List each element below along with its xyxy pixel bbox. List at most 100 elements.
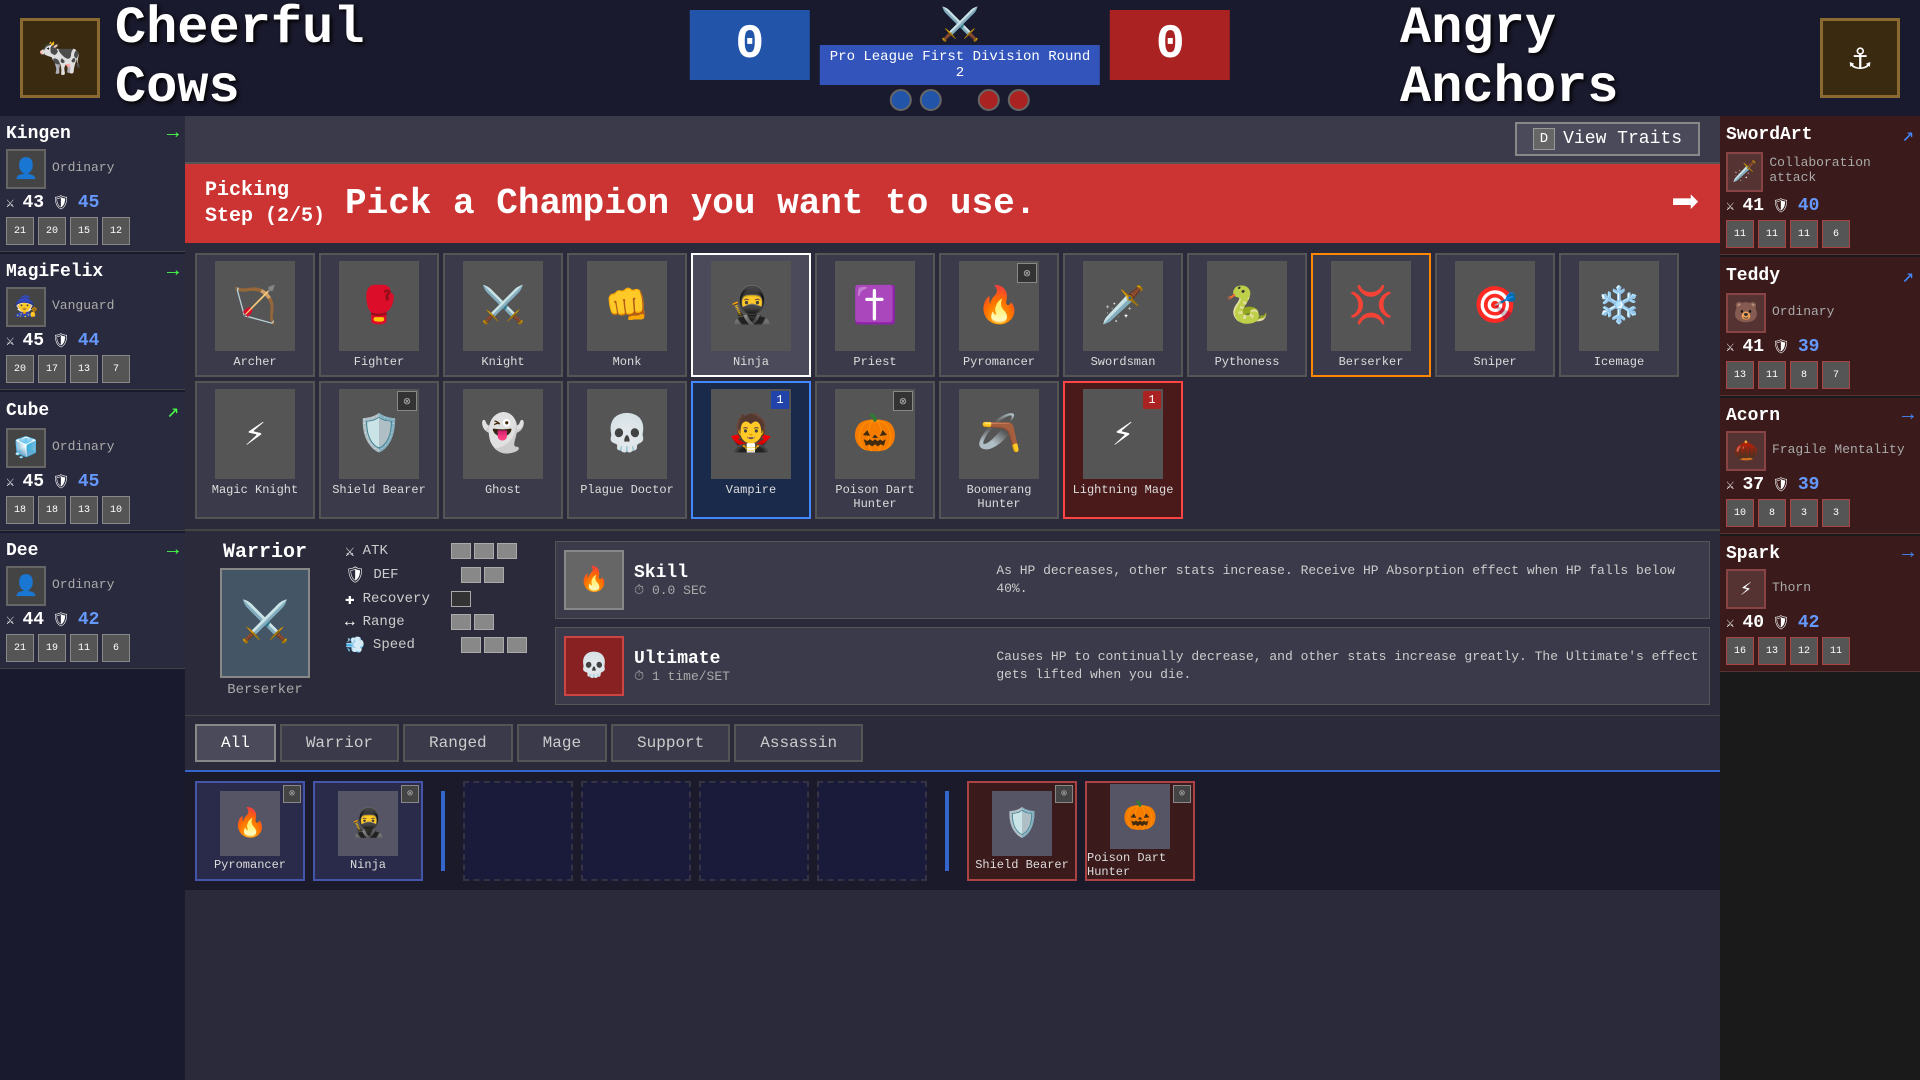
- char-mini: 10: [102, 496, 130, 524]
- pick-slot-poison-dart-hunter: 🎃 Poison Dart Hunter ⊗: [1085, 781, 1195, 881]
- filter-btn-warrior[interactable]: Warrior: [280, 724, 399, 762]
- champ-name-pyromancer: Pyromancer: [963, 355, 1035, 369]
- def-icon: 🛡: [1772, 615, 1790, 632]
- team-left: 🐄 Cheerful Cows: [0, 0, 540, 117]
- atk-icon: ⚔: [1726, 198, 1734, 215]
- def-val: 45: [78, 193, 100, 213]
- char-mini: 3: [1822, 499, 1850, 527]
- atk-icon: ⚔: [6, 474, 14, 491]
- char-mini: 20: [38, 217, 66, 245]
- stat-atk-bars: [451, 543, 517, 559]
- player-name: Cube: [6, 401, 49, 421]
- char-mini: 20: [6, 355, 34, 383]
- pick-divider-2: [945, 791, 949, 871]
- view-traits-button[interactable]: D View Traits: [1515, 122, 1700, 156]
- champion-card-pyromancer[interactable]: 🔥 ⊗ Pyromancer: [939, 253, 1059, 377]
- filter-btn-assassin[interactable]: Assassin: [734, 724, 863, 762]
- detail-class: Berserker: [227, 682, 303, 698]
- champ-name-fighter: Fighter: [354, 355, 404, 369]
- stat-speed-row: 💨 Speed: [345, 635, 545, 655]
- enemy-avatar: 🗡️: [1726, 152, 1763, 192]
- atk-val: 45: [22, 472, 44, 492]
- champ-name-priest: Priest: [853, 355, 896, 369]
- center-panel: D View Traits Picking Step (2/5) Pick a …: [185, 116, 1720, 1080]
- champion-card-swordsman[interactable]: 🗡️ Swordsman: [1063, 253, 1183, 377]
- pick-ban-icon: ⊗: [1055, 785, 1073, 803]
- def-icon: 🛡: [52, 195, 70, 212]
- pick-slot-empty-2: [699, 781, 809, 881]
- champion-card-icemage[interactable]: ❄️ Icemage: [1559, 253, 1679, 377]
- champ-img-monk: 👊: [587, 261, 667, 351]
- pick-img: 🎃: [1110, 784, 1170, 849]
- champion-card-archer[interactable]: 🏹 Archer: [195, 253, 315, 377]
- def-val: 42: [1798, 613, 1820, 633]
- enemy-name: SwordArt: [1726, 125, 1812, 145]
- ultimate-title: Ultimate: [634, 649, 986, 669]
- detail-left: Warrior ⚔️ Berserker: [195, 541, 335, 705]
- pick-name: Ninja: [350, 858, 386, 872]
- champ-name-berserker: Berserker: [1339, 355, 1404, 369]
- right-player-acorn: Acorn → 🌰 Fragile Mentality ⚔ 37 🛡 39 10…: [1720, 398, 1920, 534]
- champ-name-plaguedoctor: Plague Doctor: [580, 483, 674, 497]
- view-traits-bar: D View Traits: [185, 116, 1720, 164]
- char-mini: 17: [38, 355, 66, 383]
- champion-card-monk[interactable]: 👊 Monk: [567, 253, 687, 377]
- skill-description: As HP decreases, other stats increase. R…: [996, 562, 1701, 598]
- player-role: Ordinary: [52, 439, 114, 454]
- atk-bar-1: [451, 543, 471, 559]
- score-left: 0: [690, 10, 810, 80]
- skill-cooldown: ⏱ 0.0 SEC: [634, 583, 986, 598]
- champion-card-lightningmage[interactable]: ⚡ 1 Lightning Mage: [1063, 381, 1183, 519]
- atk-icon: ⚔: [1726, 615, 1734, 632]
- champion-card-plaguedoctor[interactable]: 💀 Plague Doctor: [567, 381, 687, 519]
- champion-card-ninja[interactable]: 🥷 Ninja: [691, 253, 811, 377]
- champ-img-lightningmage: ⚡ 1: [1083, 389, 1163, 479]
- pick-slot-empty-3: [817, 781, 927, 881]
- champion-card-berserker[interactable]: 💢 Berserker: [1311, 253, 1431, 377]
- champion-card-pythoness[interactable]: 🐍 Pythoness: [1187, 253, 1307, 377]
- champion-card-vampire[interactable]: 🧛 1 Vampire: [691, 381, 811, 519]
- champion-card-priest[interactable]: ✝️ Priest: [815, 253, 935, 377]
- filter-btn-ranged[interactable]: Ranged: [403, 724, 513, 762]
- champion-card-poisondart[interactable]: 🎃 ⊗ Poison Dart Hunter: [815, 381, 935, 519]
- champion-card-sniper[interactable]: 🎯 Sniper: [1435, 253, 1555, 377]
- rec-bar-1: [451, 591, 471, 607]
- champ-name-ninja: Ninja: [733, 355, 769, 369]
- champion-card-ghost[interactable]: 👻 Ghost: [443, 381, 563, 519]
- stat-recovery-row: ✚ Recovery: [345, 589, 545, 609]
- view-traits-label: View Traits: [1563, 129, 1682, 149]
- champion-card-magicknight[interactable]: ⚡ Magic Knight: [195, 381, 315, 519]
- picking-message: Pick a Champion you want to use.: [345, 183, 1651, 224]
- stat-def-row: 🛡 DEF: [345, 565, 545, 585]
- spd-bar-1: [461, 637, 481, 653]
- champion-card-boomerang[interactable]: 🪃 Boomerang Hunter: [939, 381, 1059, 519]
- picking-banner: Picking Step (2/5) Pick a Champion you w…: [185, 164, 1720, 243]
- filter-btn-mage[interactable]: Mage: [517, 724, 607, 762]
- champ-img-plaguedoctor: 💀: [587, 389, 667, 479]
- pick-slot-ninja: 🥷 Ninja ⊗: [313, 781, 423, 881]
- champion-card-knight[interactable]: ⚔️ Knight: [443, 253, 563, 377]
- team-right-name: Angry Anchors: [1400, 0, 1805, 117]
- right-player-teddy: Teddy ↗ 🐻 Ordinary ⚔ 41 🛡 39 131187: [1720, 257, 1920, 396]
- char-mini: 13: [1758, 637, 1786, 665]
- skill-icon: 🔥: [564, 550, 624, 610]
- skill-row: 🔥 Skill ⏱ 0.0 SEC As HP decreases, other…: [555, 541, 1710, 619]
- char-mini: 18: [38, 496, 66, 524]
- arrow-right-icon: ➡: [1671, 174, 1700, 233]
- enemy-stats-row: ⚔ 41 🛡 39: [1726, 337, 1914, 357]
- champ-name-ghost: Ghost: [485, 483, 521, 497]
- pick-name: Pyromancer: [214, 858, 286, 872]
- player-name: MagiFelix: [6, 262, 103, 282]
- ban-x-icon: ⊗: [1017, 263, 1037, 283]
- skill-title: Skill: [634, 563, 986, 583]
- char-mini: 11: [1758, 220, 1786, 248]
- filter-btn-support[interactable]: Support: [611, 724, 730, 762]
- stat-def-label: DEF: [373, 567, 453, 583]
- stat-range-row: ↔ Range: [345, 613, 545, 631]
- champ-name-boomerang: Boomerang Hunter: [947, 483, 1051, 511]
- champion-card-fighter[interactable]: 🥊 Fighter: [319, 253, 439, 377]
- filter-btn-all[interactable]: All: [195, 724, 276, 762]
- char-mini: 21: [6, 634, 34, 662]
- champion-card-shieldbearer[interactable]: 🛡️ ⊗ Shield Bearer: [319, 381, 439, 519]
- champ-img-archer: 🏹: [215, 261, 295, 351]
